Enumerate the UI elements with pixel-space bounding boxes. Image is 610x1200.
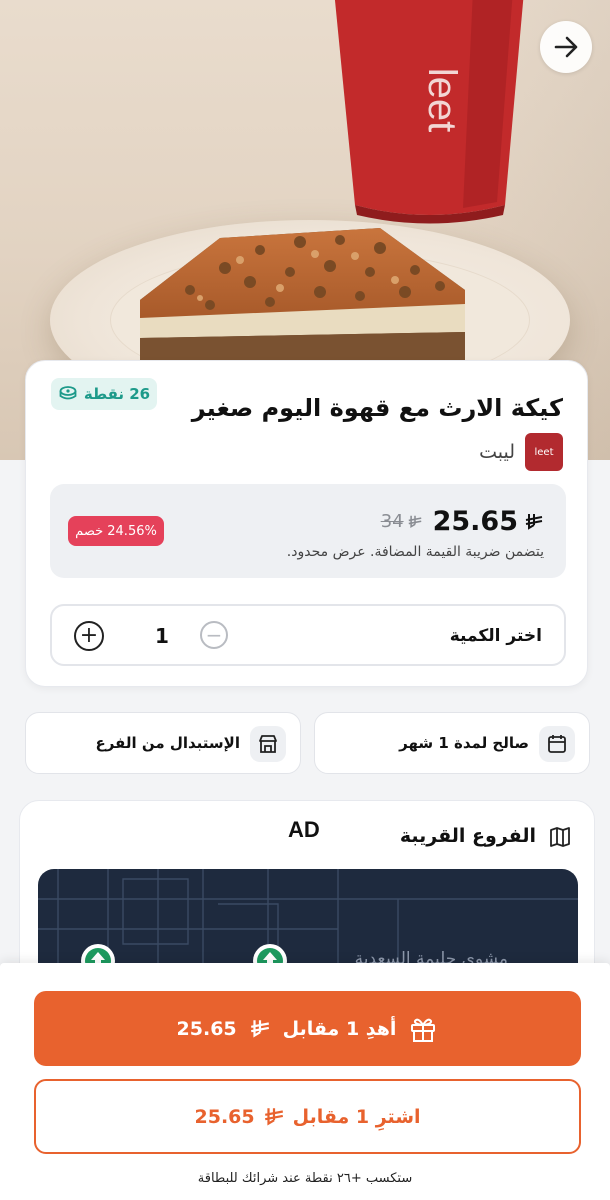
brand-row[interactable]: leet ليبت xyxy=(479,433,563,471)
quantity-value: 1 xyxy=(155,624,169,648)
quantity-stepper: اختر الكمية + 1 − xyxy=(50,604,566,666)
quantity-label: اختر الكمية xyxy=(449,626,542,646)
buy-button[interactable]: اشترِ 1 مقابل 25.65 xyxy=(34,1079,581,1154)
vat-note: يتضمن ضريبة القيمة المضافة. عرض محدود. xyxy=(286,544,544,560)
calendar-icon xyxy=(539,726,575,762)
product-title: كيكة الارث مع قهوة اليوم صغير xyxy=(191,394,563,422)
price-box: 25.65 34 يتضمن ضريبة القيمة المضافة. عرض… xyxy=(50,484,566,578)
coins-icon xyxy=(59,386,77,400)
saudi-riyal-icon xyxy=(525,513,543,530)
discount-badge: 24.56% خصم xyxy=(68,516,164,546)
saudi-riyal-icon xyxy=(264,1107,283,1126)
purchase-sheet: أهدِ 1 مقابل 25.65 اشترِ 1 مقابل 25.65 س… xyxy=(0,963,610,1200)
price-row: 25.65 34 xyxy=(381,506,544,537)
gift-button-price: 25.65 xyxy=(176,1017,237,1040)
validity-label: صالح لمدة 1 شهر xyxy=(399,734,529,752)
gift-icon xyxy=(411,1018,436,1042)
buy-button-label: اشترِ 1 مقابل xyxy=(292,1105,421,1128)
brand-name: ليبت xyxy=(479,441,515,463)
back-button[interactable] xyxy=(540,21,592,73)
validity-chip: صالح لمدة 1 شهر xyxy=(314,712,590,774)
current-price-value: 25.65 xyxy=(432,506,518,537)
increase-quantity-button[interactable]: + xyxy=(74,621,104,651)
arrow-right-icon xyxy=(554,36,578,58)
original-price-value: 34 xyxy=(380,511,404,532)
brand-logo: leet xyxy=(525,433,563,471)
branches-title: الفروع القريبة xyxy=(399,825,536,847)
ad-label: AD xyxy=(288,817,320,842)
earn-points-note: ستكسب +٢٦ نقطة عند شرائك للبطاقة xyxy=(197,1171,413,1186)
current-price: 25.65 xyxy=(433,506,544,537)
redeem-chip: الإستبدال من الفرع xyxy=(25,712,301,774)
map-icon xyxy=(550,827,570,847)
product-card: 26 نقطة كيكة الارث مع قهوة اليوم صغير le… xyxy=(25,360,588,687)
points-label: 26 نقطة xyxy=(83,385,151,403)
cup-logo-text: leet xyxy=(420,68,464,133)
store-icon xyxy=(250,726,286,762)
gift-button-label: أهدِ 1 مقابل xyxy=(282,1017,397,1040)
redeem-label: الإستبدال من الفرع xyxy=(95,734,240,752)
original-price: 34 xyxy=(381,511,423,532)
points-badge: 26 نقطة xyxy=(51,378,157,410)
saudi-riyal-icon xyxy=(250,1019,269,1038)
cake-image xyxy=(140,228,465,360)
buy-button-price: 25.65 xyxy=(194,1105,255,1128)
decrease-quantity-button[interactable]: − xyxy=(200,621,228,649)
saudi-riyal-icon xyxy=(408,515,421,528)
coffee-cup-image: leet xyxy=(334,0,524,224)
gift-button[interactable]: أهدِ 1 مقابل 25.65 xyxy=(34,991,581,1066)
